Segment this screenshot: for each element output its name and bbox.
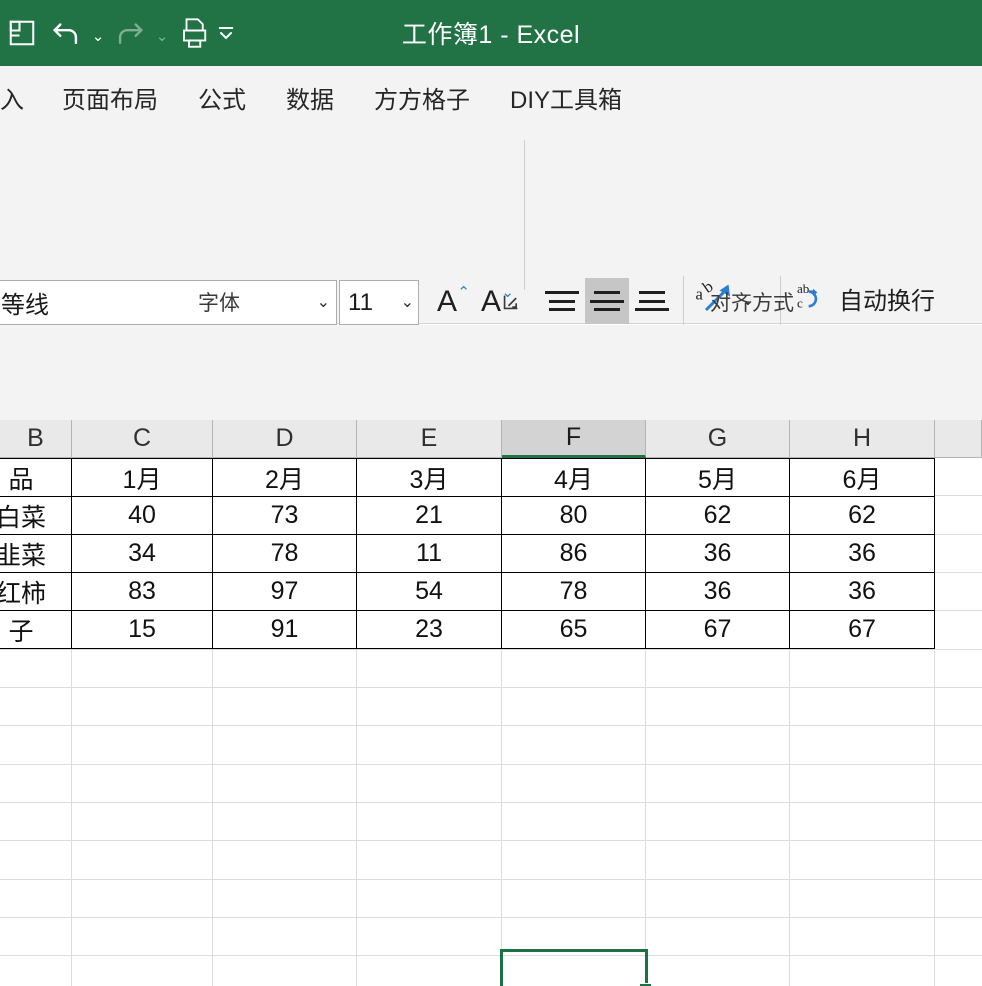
ribbon-body: 等线 ⌄ 11 ⌄ A⌃ A⌄ B I U ⌄ ⌄ [0, 128, 982, 396]
tab-data[interactable]: 数据 [266, 66, 354, 128]
tab-fanfangezi[interactable]: 方方格子 [354, 66, 490, 128]
table-cell[interactable]: 78 [212, 534, 357, 573]
table-cell[interactable]: 73 [212, 496, 357, 535]
column-header-i[interactable] [935, 420, 982, 458]
align-divider-1 [683, 276, 684, 326]
table-cell[interactable]: 子 [0, 610, 72, 649]
table-cell[interactable]: 62 [789, 496, 935, 535]
tab-insert[interactable]: 入 [0, 66, 42, 128]
wrap-text-label: 自动换行 [839, 288, 935, 315]
tab-diy-toolbox[interactable]: DIY工具箱 [490, 66, 642, 128]
table-cell[interactable]: 1月 [71, 458, 213, 497]
align-bottom-button[interactable] [630, 278, 674, 324]
column-header-b[interactable]: B [0, 420, 72, 458]
grid-canvas[interactable]: 品 1月 2月 3月 4月 5月 6月 白菜 40 73 21 80 62 62… [0, 458, 982, 986]
align-top-icon [545, 288, 579, 314]
table-cell[interactable]: 54 [356, 572, 502, 611]
table-cell[interactable]: 78 [501, 572, 646, 611]
table-cell[interactable]: 红柿 [0, 572, 72, 611]
table-cell[interactable]: 97 [212, 572, 357, 611]
table-cell[interactable]: 5月 [645, 458, 790, 497]
column-header-h[interactable]: H [790, 420, 935, 458]
table-cell[interactable]: 36 [645, 572, 790, 611]
table-cell[interactable]: 34 [71, 534, 213, 573]
table-cell[interactable]: 67 [789, 610, 935, 649]
table-cell[interactable]: 11 [356, 534, 502, 573]
alignment-group-label: 对齐方式 [710, 292, 794, 315]
chevron-down-icon: ⌄ [400, 293, 414, 311]
formula-bar-zone: ✕ ✓ fx [0, 325, 982, 722]
table-cell[interactable]: 韭菜 [0, 534, 72, 573]
increase-font-size-button[interactable]: A ⌃ [424, 278, 470, 326]
table-cell[interactable]: 3月 [356, 458, 502, 497]
font-name-value: 等线 [1, 292, 49, 319]
table-cell[interactable]: 15 [71, 610, 213, 649]
table-cell[interactable]: 白菜 [0, 496, 72, 535]
ribbon-tab-strip: 入 页面布局 公式 数据 方方格子 DIY工具箱 [0, 66, 982, 128]
align-top-button[interactable] [540, 278, 584, 324]
shrink-font-icon: A ⌄ [480, 284, 514, 318]
font-group-label: 字体 [198, 292, 240, 315]
table-cell[interactable]: 86 [501, 534, 646, 573]
table-cell[interactable]: 36 [789, 534, 935, 573]
table-cell[interactable]: 62 [645, 496, 790, 535]
table-cell[interactable]: 65 [501, 610, 646, 649]
table-cell[interactable]: 23 [356, 610, 502, 649]
chevron-down-icon: ⌄ [316, 293, 330, 311]
font-size-combobox[interactable]: 11 ⌄ [339, 280, 419, 325]
table-cell[interactable]: 91 [212, 610, 357, 649]
font-dialog-launcher[interactable] [500, 291, 522, 313]
table-cell[interactable]: 品 [0, 458, 72, 497]
excel-window: ⌄ ⌄ 工作簿1 - Excel 入 页面布局 公式 数据 方方格子 DIY工具… [0, 0, 982, 986]
wrap-text-button[interactable]: ab c 自动换行 [795, 280, 935, 317]
column-header-row: B C D E F G H [0, 420, 982, 458]
font-name-combobox[interactable]: 等线 ⌄ [0, 280, 337, 325]
spreadsheet-grid: B C D E F G H 品 1月 2月 3月 4月 5月 6月 白菜 40 … [0, 420, 982, 986]
font-size-value: 11 [348, 288, 373, 316]
window-title: 工作簿1 - Excel [401, 21, 581, 49]
table-cell[interactable]: 83 [71, 572, 213, 611]
table-cell[interactable]: 6月 [789, 458, 935, 497]
svg-text:ab: ab [797, 281, 810, 296]
grow-font-icon: A ⌃ [436, 284, 470, 318]
table-cell[interactable]: 36 [645, 534, 790, 573]
column-header-d[interactable]: D [213, 420, 357, 458]
wrap-text-icon: ab c [795, 280, 831, 317]
tab-formulas[interactable]: 公式 [178, 66, 266, 128]
column-header-e[interactable]: E [357, 420, 502, 458]
active-cell-selection[interactable] [500, 949, 648, 986]
table-cell[interactable]: 36 [789, 572, 935, 611]
table-cell[interactable]: 21 [356, 496, 502, 535]
table-cell[interactable]: 80 [501, 496, 646, 535]
group-divider [524, 140, 525, 290]
table-cell[interactable]: 4月 [501, 458, 646, 497]
table-cell[interactable]: 2月 [212, 458, 357, 497]
table-cell[interactable]: 40 [71, 496, 213, 535]
align-middle-icon [590, 288, 624, 314]
table-cell[interactable]: 67 [645, 610, 790, 649]
tab-page-layout[interactable]: 页面布局 [42, 66, 178, 128]
svg-text:c: c [797, 296, 803, 311]
title-bar: ⌄ ⌄ 工作簿1 - Excel [0, 0, 982, 66]
align-middle-button[interactable] [585, 278, 629, 324]
column-header-f[interactable]: F [502, 420, 646, 458]
align-bottom-icon [635, 288, 669, 314]
column-header-c[interactable]: C [72, 420, 213, 458]
column-header-g[interactable]: G [646, 420, 790, 458]
